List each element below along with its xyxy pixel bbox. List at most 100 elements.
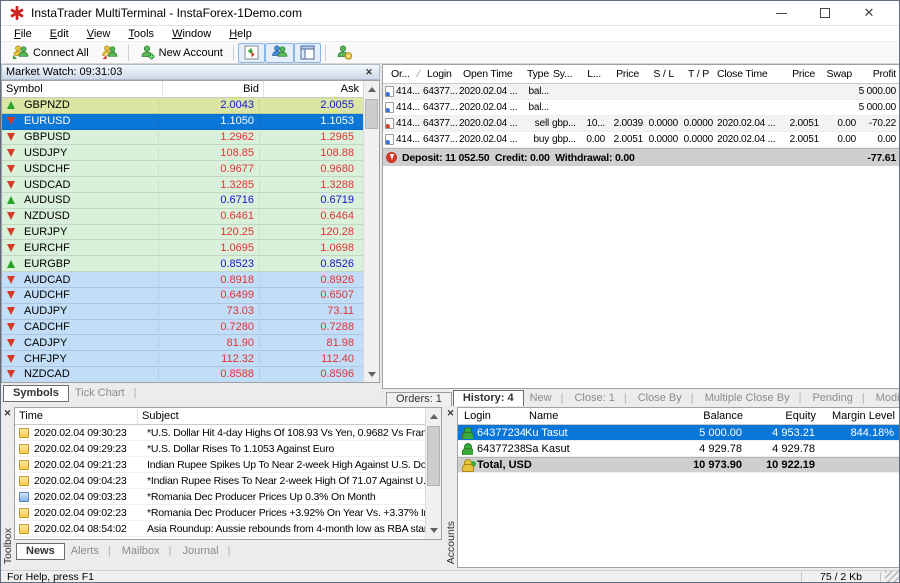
history-tab[interactable]: Pending xyxy=(807,392,869,407)
market-watch-row[interactable]: CADJPY 81.90 81.98 xyxy=(2,335,363,351)
column-lots[interactable]: L... xyxy=(582,68,605,80)
column-margin-level[interactable]: Margin Level xyxy=(820,408,899,424)
column-subject[interactable]: Subject xyxy=(137,408,441,424)
column-ask[interactable]: Ask xyxy=(263,81,363,97)
history-tab[interactable]: Modify xyxy=(871,392,900,407)
menu-item[interactable]: Window xyxy=(163,26,220,42)
toggle-market-watch-button[interactable] xyxy=(238,43,265,63)
market-watch-row[interactable]: USDCAD 1.3285 1.3288 xyxy=(2,177,363,193)
account-settings-button[interactable] xyxy=(330,43,359,63)
column-symbol[interactable]: Symbol xyxy=(2,81,162,97)
scroll-up-icon[interactable] xyxy=(364,82,379,97)
market-watch-row[interactable]: NZDCAD 0.8588 0.8596 xyxy=(2,367,363,383)
column-tp[interactable]: T / P xyxy=(678,68,713,80)
minimize-button[interactable] xyxy=(759,1,803,25)
history-tab[interactable]: New xyxy=(525,392,569,407)
resize-grip[interactable] xyxy=(885,571,899,583)
column-open-time[interactable]: Open Time xyxy=(459,68,523,80)
menu-item[interactable]: Help xyxy=(220,26,261,42)
news-row[interactable]: 2020.02.04 09:21:23 Indian Rupee Spikes … xyxy=(15,457,426,473)
column-name[interactable]: Name xyxy=(525,408,672,424)
toolbox-tab[interactable]: News xyxy=(16,543,65,560)
scroll-down-icon[interactable] xyxy=(364,367,379,382)
market-watch-tab[interactable]: Symbols xyxy=(3,385,69,402)
column-price[interactable]: Price xyxy=(605,68,643,80)
history-tab[interactable]: Orders: 1 xyxy=(386,392,452,407)
column-balance[interactable]: Balance xyxy=(672,408,747,424)
toolbox-close-icon[interactable]: ✕ xyxy=(2,408,14,419)
news-row[interactable]: 2020.02.04 09:02:23 *Romania Dec Produce… xyxy=(15,505,426,521)
people-connect-icon xyxy=(12,45,29,60)
maximize-button[interactable] xyxy=(803,1,847,25)
market-watch-row[interactable]: AUDUSD 0.6716 0.6719 xyxy=(2,193,363,209)
panel-layout-icon xyxy=(300,45,315,60)
history-tab[interactable]: Close By xyxy=(633,392,699,407)
market-watch-row[interactable]: CHFJPY 112.32 112.40 xyxy=(2,351,363,367)
disconnect-all-button[interactable] xyxy=(95,43,124,63)
toggle-accounts-button[interactable] xyxy=(265,43,294,63)
market-watch-row[interactable]: AUDCHF 0.6499 0.6507 xyxy=(2,288,363,304)
history-row[interactable]: 414... 64377... 2020.02.04 ... buy gbp..… xyxy=(383,132,900,148)
column-symbol[interactable]: Sy... xyxy=(549,68,582,80)
column-swap[interactable]: Swap xyxy=(819,68,856,80)
column-login[interactable]: Login xyxy=(458,408,525,424)
market-watch-tab[interactable]: Tick Chart xyxy=(70,387,142,402)
account-row[interactable]: 64377238 Sa Kasut 4 929.78 4 929.78 xyxy=(458,441,899,457)
menu-item[interactable]: Tools xyxy=(119,26,163,42)
login-cell: 64377... xyxy=(423,134,459,145)
account-row[interactable]: Total, USD 10 973.90 10 922.19 xyxy=(458,457,899,473)
history-row[interactable]: 414... 64377... 2020.02.04 ... bal... 5 … xyxy=(383,84,900,100)
history-row[interactable]: 414... 64377... 2020.02.04 ... bal... 5 … xyxy=(383,100,900,116)
news-row[interactable]: 2020.02.04 09:03:23 *Romania Dec Produce… xyxy=(15,489,426,505)
news-row[interactable]: 2020.02.04 09:30:23 *U.S. Dollar Hit 4-d… xyxy=(15,425,426,441)
market-watch-row[interactable]: AUDJPY 73.03 73.11 xyxy=(2,304,363,320)
market-watch-row[interactable]: EURCHF 1.0695 1.0698 xyxy=(2,240,363,256)
menu-item[interactable]: View xyxy=(78,26,120,42)
toolbox-tab[interactable]: Journal xyxy=(178,545,236,560)
new-account-button[interactable]: New Account xyxy=(133,43,229,63)
market-watch-scrollbar[interactable] xyxy=(363,81,379,383)
connect-all-button[interactable]: Connect All xyxy=(6,43,95,63)
column-login[interactable]: Login xyxy=(423,68,459,80)
column-time[interactable]: Time xyxy=(15,408,137,424)
history-tab[interactable]: Multiple Close By xyxy=(700,392,807,407)
market-watch-row[interactable]: USDCHF 0.9677 0.9680 xyxy=(2,161,363,177)
toolbox-tab[interactable]: Mailbox xyxy=(117,545,177,560)
market-watch-row[interactable]: USDJPY 108.85 108.88 xyxy=(2,145,363,161)
column-order[interactable]: Or...∕ xyxy=(383,68,423,80)
market-watch-row[interactable]: NZDUSD 0.6461 0.6464 xyxy=(2,209,363,225)
menu-item[interactable]: Edit xyxy=(41,26,78,42)
scroll-up-icon[interactable] xyxy=(426,409,441,424)
history-tab[interactable]: History: 4 xyxy=(453,390,524,407)
market-watch-close-icon[interactable]: ✕ xyxy=(363,67,375,78)
menu-item[interactable]: File xyxy=(5,26,41,42)
scroll-thumb[interactable] xyxy=(427,426,440,486)
close-button[interactable]: ✕ xyxy=(847,1,891,25)
history-tab[interactable]: Close: 1 xyxy=(569,392,631,407)
news-row[interactable]: 2020.02.04 09:29:23 *U.S. Dollar Rises T… xyxy=(15,441,426,457)
column-sl[interactable]: S / L xyxy=(643,68,678,80)
news-row[interactable]: 2020.02.04 08:54:02 Asia Roundup: Aussie… xyxy=(15,521,426,537)
account-row[interactable]: 64377234 Ku Tasut 5 000.00 4 953.21 844.… xyxy=(458,425,899,441)
accounts-close-icon[interactable]: ✕ xyxy=(445,408,457,419)
market-watch-row[interactable]: AUDCAD 0.8918 0.8926 xyxy=(2,272,363,288)
toolbox-tab[interactable]: Alerts xyxy=(66,545,116,560)
market-watch-row[interactable]: CADCHF 0.7280 0.7288 xyxy=(2,320,363,336)
market-watch-row[interactable]: GBPUSD 1.2962 1.2965 xyxy=(2,130,363,146)
toggle-toolbox-button[interactable] xyxy=(294,43,321,63)
column-equity[interactable]: Equity xyxy=(747,408,820,424)
market-watch-row[interactable]: GBPNZD 2.0043 2.0055 xyxy=(2,98,363,114)
column-close-price[interactable]: Price xyxy=(781,68,819,80)
column-bid[interactable]: Bid xyxy=(162,81,263,97)
market-watch-row[interactable]: EURUSD 1.1050 1.1053 xyxy=(2,114,363,130)
news-row[interactable]: 2020.02.04 09:04:23 *Indian Rupee Rises … xyxy=(15,473,426,489)
scroll-thumb[interactable] xyxy=(365,99,378,129)
history-row[interactable]: 414... 64377... 2020.02.04 ... sell gbp.… xyxy=(383,116,900,132)
market-watch-row[interactable]: EURJPY 120.25 120.28 xyxy=(2,225,363,241)
news-scrollbar[interactable] xyxy=(425,408,441,539)
market-watch-row[interactable]: EURGBP 0.8523 0.8526 xyxy=(2,256,363,272)
column-profit[interactable]: Profit xyxy=(856,68,900,80)
column-type[interactable]: Type xyxy=(523,68,549,80)
scroll-down-icon[interactable] xyxy=(426,523,441,538)
column-close-time[interactable]: Close Time xyxy=(713,68,781,80)
